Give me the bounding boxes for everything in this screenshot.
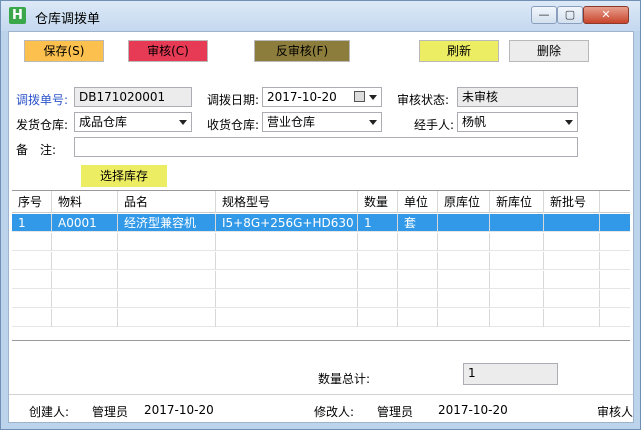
status-field: 未审核: [457, 87, 578, 107]
table-row[interactable]: [12, 309, 630, 327]
col-header[interactable]: 规格型号: [216, 191, 358, 213]
date-label: 调拨日期:: [207, 93, 260, 107]
creator-value: 管理员: [92, 405, 129, 419]
delete-button[interactable]: 删除: [509, 40, 589, 62]
qty-total-label: 数量总计:: [318, 372, 371, 386]
close-button[interactable]: ✕: [583, 6, 629, 24]
table-row[interactable]: [12, 233, 630, 251]
save-button[interactable]: 保存(S): [24, 40, 104, 62]
col-header[interactable]: 单位: [398, 191, 438, 213]
date-field[interactable]: 2017-10-20: [262, 87, 382, 107]
handler-label: 经手人:: [414, 118, 455, 132]
date-value: 2017-10-20: [267, 90, 337, 104]
qty-total-field: 1: [463, 363, 558, 385]
toolbar: 保存(S) 审核(C) 反审核(F) 刷新 删除: [9, 32, 633, 68]
col-header[interactable]: 物料: [52, 191, 118, 213]
unaudit-button[interactable]: 反审核(F): [254, 40, 350, 62]
cell-seq[interactable]: 1: [12, 214, 52, 232]
chevron-down-icon[interactable]: [179, 120, 187, 125]
chevron-down-icon[interactable]: [369, 95, 377, 100]
table-row[interactable]: [12, 290, 630, 308]
doc-no-field[interactable]: DB171020001: [74, 87, 192, 107]
window: H 仓库调拨单 — ▢ ✕ 保存(S) 审核(C) 反审核(F) 刷新 删除 调…: [0, 0, 641, 430]
remark-field[interactable]: [74, 137, 578, 157]
created-date: 2017-10-20: [144, 403, 214, 417]
cell-old-location[interactable]: [438, 214, 490, 232]
modifier-label: 修改人:: [314, 405, 355, 419]
table-row[interactable]: [12, 252, 630, 270]
handler-select[interactable]: 杨帆: [457, 112, 578, 132]
col-header[interactable]: 品名: [118, 191, 216, 213]
chevron-down-icon[interactable]: [565, 120, 573, 125]
grid-bottom-border: [12, 340, 630, 341]
table-row[interactable]: [12, 271, 630, 289]
audit-button[interactable]: 审核(C): [128, 40, 208, 62]
modifier-value: 管理员: [377, 405, 414, 419]
table-row[interactable]: 1 A0001 经济型兼容机 I5+8G+256G+HD630 1 套: [12, 214, 630, 232]
col-header[interactable]: 原库位: [438, 191, 490, 213]
auditor-label: 审核人: [597, 405, 634, 419]
status-label: 审核状态:: [397, 93, 450, 107]
creator-label: 创建人:: [29, 405, 70, 419]
handler-value: 杨帆: [462, 115, 487, 129]
to-warehouse-select[interactable]: 营业仓库: [262, 112, 382, 132]
from-warehouse-label: 发货仓库:: [16, 118, 69, 132]
to-warehouse-label: 收货仓库:: [207, 118, 260, 132]
col-header[interactable]: 序号: [12, 191, 52, 213]
cell-name[interactable]: 经济型兼容机: [118, 214, 216, 232]
calendar-icon[interactable]: [354, 91, 365, 102]
client-area: 保存(S) 审核(C) 反审核(F) 刷新 删除 调拨单号: DB1710200…: [8, 31, 634, 423]
col-header[interactable]: 新库位: [490, 191, 544, 213]
refresh-button[interactable]: 刷新: [419, 40, 499, 62]
titlebar[interactable]: H 仓库调拨单 — ▢ ✕: [1, 1, 640, 31]
doc-no-label: 调拨单号:: [16, 93, 69, 107]
app-icon: H: [9, 7, 26, 24]
from-warehouse-value: 成品仓库: [79, 115, 128, 129]
cell-qty[interactable]: 1: [358, 214, 398, 232]
footer-divider: [9, 394, 633, 395]
chevron-down-icon[interactable]: [369, 120, 377, 125]
grid-header: 序号 物料 品名 规格型号 数量 单位 原库位 新库位 新批号: [12, 191, 630, 213]
cell-new-location[interactable]: [490, 214, 544, 232]
cell-material[interactable]: A0001: [52, 214, 118, 232]
cell-spec[interactable]: I5+8G+256G+HD630: [216, 214, 358, 232]
col-header[interactable]: 数量: [358, 191, 398, 213]
remark-label: 备 注:: [16, 143, 57, 157]
detail-grid: 序号 物料 品名 规格型号 数量 单位 原库位 新库位 新批号 1 A0001 …: [12, 190, 630, 340]
select-stock-button[interactable]: 选择库存: [81, 165, 167, 187]
window-title: 仓库调拨单: [35, 12, 101, 27]
cell-unit[interactable]: 套: [398, 214, 438, 232]
minimize-button[interactable]: —: [531, 6, 557, 24]
from-warehouse-select[interactable]: 成品仓库: [74, 112, 192, 132]
to-warehouse-value: 营业仓库: [267, 115, 316, 129]
cell-new-batch[interactable]: [544, 214, 600, 232]
maximize-button[interactable]: ▢: [557, 6, 583, 24]
col-header[interactable]: 新批号: [544, 191, 600, 213]
modified-date: 2017-10-20: [438, 403, 508, 417]
